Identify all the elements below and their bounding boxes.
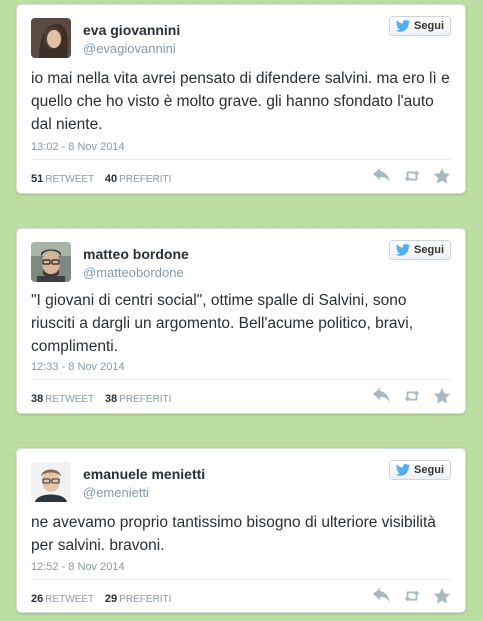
avatar[interactable] bbox=[31, 462, 71, 502]
favorite-count[interactable]: 29 bbox=[105, 593, 117, 605]
favorite-label[interactable]: PREFERITI bbox=[119, 174, 171, 185]
favorite-count[interactable]: 38 bbox=[105, 393, 117, 405]
avatar[interactable] bbox=[31, 242, 71, 282]
divider bbox=[31, 379, 451, 380]
user-name[interactable]: emanuele menietti bbox=[83, 466, 205, 482]
tweet-card: matteo bordone @matteobordone Segui "I g… bbox=[16, 228, 466, 414]
follow-label: Segui bbox=[414, 464, 444, 476]
retweet-count[interactable]: 51 bbox=[31, 173, 43, 185]
divider bbox=[31, 579, 451, 580]
follow-label: Segui bbox=[414, 244, 444, 256]
user-handle[interactable]: @matteobordone bbox=[83, 265, 184, 280]
follow-button[interactable]: Segui bbox=[389, 240, 451, 260]
tweet-timestamp[interactable]: 12:52 - 8 Nov 2014 bbox=[31, 561, 125, 573]
tweet-text: ne avevamo proprio tantissimo bisogno di… bbox=[31, 514, 436, 554]
favorite-star-icon[interactable] bbox=[433, 588, 451, 604]
retweet-icon[interactable] bbox=[403, 388, 421, 404]
retweet-label[interactable]: RETWEET bbox=[45, 174, 94, 185]
divider bbox=[31, 159, 451, 160]
favorite-count[interactable]: 40 bbox=[105, 173, 117, 185]
tweet-card: emanuele menietti @emenietti Segui ne av… bbox=[16, 448, 466, 613]
retweet-count[interactable]: 38 bbox=[31, 393, 43, 405]
retweet-icon[interactable] bbox=[403, 588, 421, 604]
favorite-label[interactable]: PREFERITI bbox=[119, 394, 171, 405]
reply-icon[interactable] bbox=[373, 388, 391, 404]
tweet-stats: 51 RETWEET 40 PREFERITI bbox=[31, 173, 171, 185]
avatar[interactable] bbox=[31, 18, 71, 58]
twitter-bird-icon bbox=[395, 244, 411, 256]
reply-icon[interactable] bbox=[373, 588, 391, 604]
tweet-stats: 26 RETWEET 29 PREFERITI bbox=[31, 593, 171, 605]
retweet-count[interactable]: 26 bbox=[31, 593, 43, 605]
tweet-text: io mai nella vita avrei pensato di difen… bbox=[31, 70, 450, 133]
twitter-bird-icon bbox=[395, 20, 411, 32]
favorite-label[interactable]: PREFERITI bbox=[119, 594, 171, 605]
follow-button[interactable]: Segui bbox=[389, 16, 451, 36]
user-handle[interactable]: @evagiovannini bbox=[83, 41, 176, 56]
twitter-bird-icon bbox=[395, 464, 411, 476]
follow-label: Segui bbox=[414, 20, 444, 32]
user-handle[interactable]: @emenietti bbox=[83, 485, 149, 500]
tweet-stats: 38 RETWEET 38 PREFERITI bbox=[31, 393, 171, 405]
tweet-card: eva giovannini @evagiovannini Segui io m… bbox=[16, 4, 466, 194]
retweet-label[interactable]: RETWEET bbox=[45, 594, 94, 605]
reply-icon[interactable] bbox=[373, 168, 391, 184]
retweet-label[interactable]: RETWEET bbox=[45, 394, 94, 405]
user-name[interactable]: eva giovannini bbox=[83, 22, 180, 38]
retweet-icon[interactable] bbox=[403, 168, 421, 184]
user-name[interactable]: matteo bordone bbox=[83, 246, 189, 262]
follow-button[interactable]: Segui bbox=[389, 460, 451, 480]
tweet-timestamp[interactable]: 13:02 - 8 Nov 2014 bbox=[31, 141, 125, 153]
tweet-actions bbox=[373, 168, 451, 184]
favorite-star-icon[interactable] bbox=[433, 388, 451, 404]
tweet-text: "I giovani di centri social", ottime spa… bbox=[31, 292, 414, 355]
tweet-timestamp[interactable]: 12:33 - 8 Nov 2014 bbox=[31, 361, 125, 373]
tweet-actions bbox=[373, 388, 451, 404]
tweet-actions bbox=[373, 588, 451, 604]
favorite-star-icon[interactable] bbox=[433, 168, 451, 184]
